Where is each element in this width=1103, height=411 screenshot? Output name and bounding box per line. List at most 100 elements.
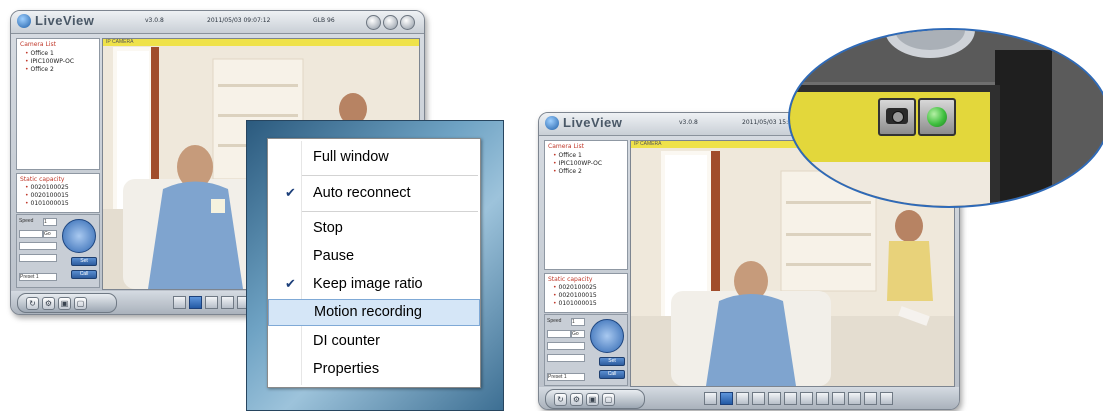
liveview-logo-icon	[17, 14, 31, 28]
camera-item[interactable]: Office 2	[553, 168, 582, 175]
preset-input[interactable]	[547, 330, 571, 338]
recording-item[interactable]: 0020100025	[553, 284, 597, 291]
menu-item-di-counter[interactable]: DI counter	[268, 329, 480, 355]
menu-separator	[302, 175, 478, 176]
menu-item-label: DI counter	[313, 333, 380, 349]
speed-select[interactable]: 1	[43, 218, 57, 226]
version-label: v3.0.8	[145, 17, 164, 24]
speed-select[interactable]: 1	[571, 318, 585, 326]
snapshot-icon[interactable]: ▣	[586, 393, 599, 406]
layout-sixteen-icon[interactable]	[752, 392, 765, 405]
preset-input[interactable]	[19, 230, 43, 238]
value-input[interactable]	[547, 354, 585, 362]
camera-list-root[interactable]: Camera List	[548, 143, 584, 150]
app-name: LiveView	[563, 115, 623, 130]
recording-list-panel: Static capacity 0020100025 0020100015 01…	[544, 273, 628, 313]
layout-nine-icon[interactable]	[736, 392, 749, 405]
app-name: LiveView	[35, 13, 95, 28]
datetime-label: 2011/05/03 09:07:12	[207, 17, 271, 24]
video-title-bar: IP CAMERA	[103, 39, 419, 46]
camera-list-root[interactable]: Camera List	[20, 41, 56, 48]
layout-option-icon[interactable]	[848, 392, 861, 405]
layout-option-icon[interactable]	[880, 392, 893, 405]
camera-item[interactable]: Office 2	[25, 66, 54, 73]
layout-quad-icon[interactable]	[720, 392, 733, 405]
version-label: v3.0.8	[679, 119, 698, 126]
layout-single-icon[interactable]	[704, 392, 717, 405]
liveview-logo-icon	[545, 116, 559, 130]
ptz-direction-pad-icon[interactable]	[62, 219, 96, 253]
menu-item-auto-reconnect[interactable]: ✔ Auto reconnect	[268, 181, 480, 207]
record-status-button[interactable]	[918, 98, 956, 136]
camera-list-panel: Camera List Office 1 IPIC100WP-OC Office…	[16, 38, 100, 170]
ptz-control-panel: Speed 1 Go Set Call Preset 1	[16, 214, 100, 288]
recording-item[interactable]: 0020100015	[553, 292, 597, 299]
camera-lens	[892, 111, 904, 123]
status-label: GLB 96	[313, 17, 335, 24]
menu-item-keep-image-ratio[interactable]: ✔ Keep image ratio	[268, 272, 480, 298]
settings-icon[interactable]: ⚙	[42, 297, 55, 310]
name-input[interactable]	[19, 242, 57, 250]
camera-item[interactable]: Office 1	[25, 50, 54, 57]
layout-custom-icon[interactable]	[768, 392, 781, 405]
call-button[interactable]: Call	[599, 370, 625, 379]
recording-item[interactable]: 0020100025	[25, 184, 69, 191]
close-button[interactable]	[400, 15, 415, 30]
playback-icon[interactable]: ↻	[26, 297, 39, 310]
recording-list-root[interactable]: Static capacity	[20, 176, 64, 183]
call-button[interactable]: Call	[71, 270, 97, 279]
name-input[interactable]	[547, 342, 585, 350]
layout-option-icon[interactable]	[864, 392, 877, 405]
menu-item-pause[interactable]: Pause	[268, 244, 480, 270]
layout-option-icon[interactable]	[832, 392, 845, 405]
preset-select[interactable]: Preset 1	[19, 273, 57, 281]
layout-quad-icon[interactable]	[189, 296, 202, 309]
navigation-pill: ↻ ⚙ ▣ ▢	[17, 293, 117, 313]
speed-label: Speed	[547, 318, 562, 324]
fullscreen-icon[interactable]: ▢	[74, 297, 87, 310]
playback-icon[interactable]: ↻	[554, 393, 567, 406]
recording-item[interactable]: 0020100015	[25, 192, 69, 199]
minimize-button[interactable]	[366, 15, 381, 30]
set-button[interactable]: Set	[71, 257, 97, 266]
green-dot-icon	[927, 107, 947, 127]
recording-list-root[interactable]: Static capacity	[548, 276, 592, 283]
menu-item-motion-recording[interactable]: Motion recording	[268, 299, 480, 326]
go-button[interactable]: Go	[43, 230, 57, 238]
menu-item-full-window[interactable]: Full window	[268, 145, 480, 171]
set-button[interactable]: Set	[599, 357, 625, 366]
bottom-toolbar: ↻ ⚙ ▣ ▢	[539, 387, 959, 409]
layout-sixteen-icon[interactable]	[221, 296, 234, 309]
camera-item[interactable]: IPIC100WP-OC	[25, 58, 74, 65]
menu-separator	[302, 211, 478, 212]
speed-label: Speed	[19, 218, 34, 224]
menu-item-label: Keep image ratio	[313, 276, 423, 292]
layout-nine-icon[interactable]	[205, 296, 218, 309]
preset-select[interactable]: Preset 1	[547, 373, 585, 381]
maximize-button[interactable]	[383, 15, 398, 30]
ptz-direction-pad-icon[interactable]	[590, 319, 624, 353]
value-input[interactable]	[19, 254, 57, 262]
menu-item-label: Properties	[313, 361, 380, 377]
recording-item[interactable]: 0101000015	[25, 200, 69, 207]
fullscreen-icon[interactable]: ▢	[602, 393, 615, 406]
recording-item[interactable]: 0101000015	[553, 300, 597, 307]
layout-option-icon[interactable]	[800, 392, 813, 405]
navigation-pill: ↻ ⚙ ▣ ▢	[545, 389, 645, 409]
menu-item-label: Stop	[313, 220, 343, 236]
layout-option-icon[interactable]	[784, 392, 797, 405]
menu-item-label: Auto reconnect	[313, 185, 411, 201]
menu-item-properties[interactable]: Properties	[268, 357, 480, 383]
camera-item[interactable]: Office 1	[553, 152, 582, 159]
go-button[interactable]: Go	[571, 330, 585, 338]
recording-list-panel: Static capacity 0020100025 0020100015 01…	[16, 173, 100, 213]
snapshot-button[interactable]	[878, 98, 916, 136]
checkmark-icon: ✔	[285, 185, 296, 200]
snapshot-icon[interactable]: ▣	[58, 297, 71, 310]
settings-icon[interactable]: ⚙	[570, 393, 583, 406]
camera-item[interactable]: IPIC100WP-OC	[553, 160, 602, 167]
left-titlebar: LiveView v3.0.8 2011/05/03 09:07:12 GLB …	[11, 11, 424, 34]
layout-option-icon[interactable]	[816, 392, 829, 405]
layout-single-icon[interactable]	[173, 296, 186, 309]
menu-item-stop[interactable]: Stop	[268, 216, 480, 242]
